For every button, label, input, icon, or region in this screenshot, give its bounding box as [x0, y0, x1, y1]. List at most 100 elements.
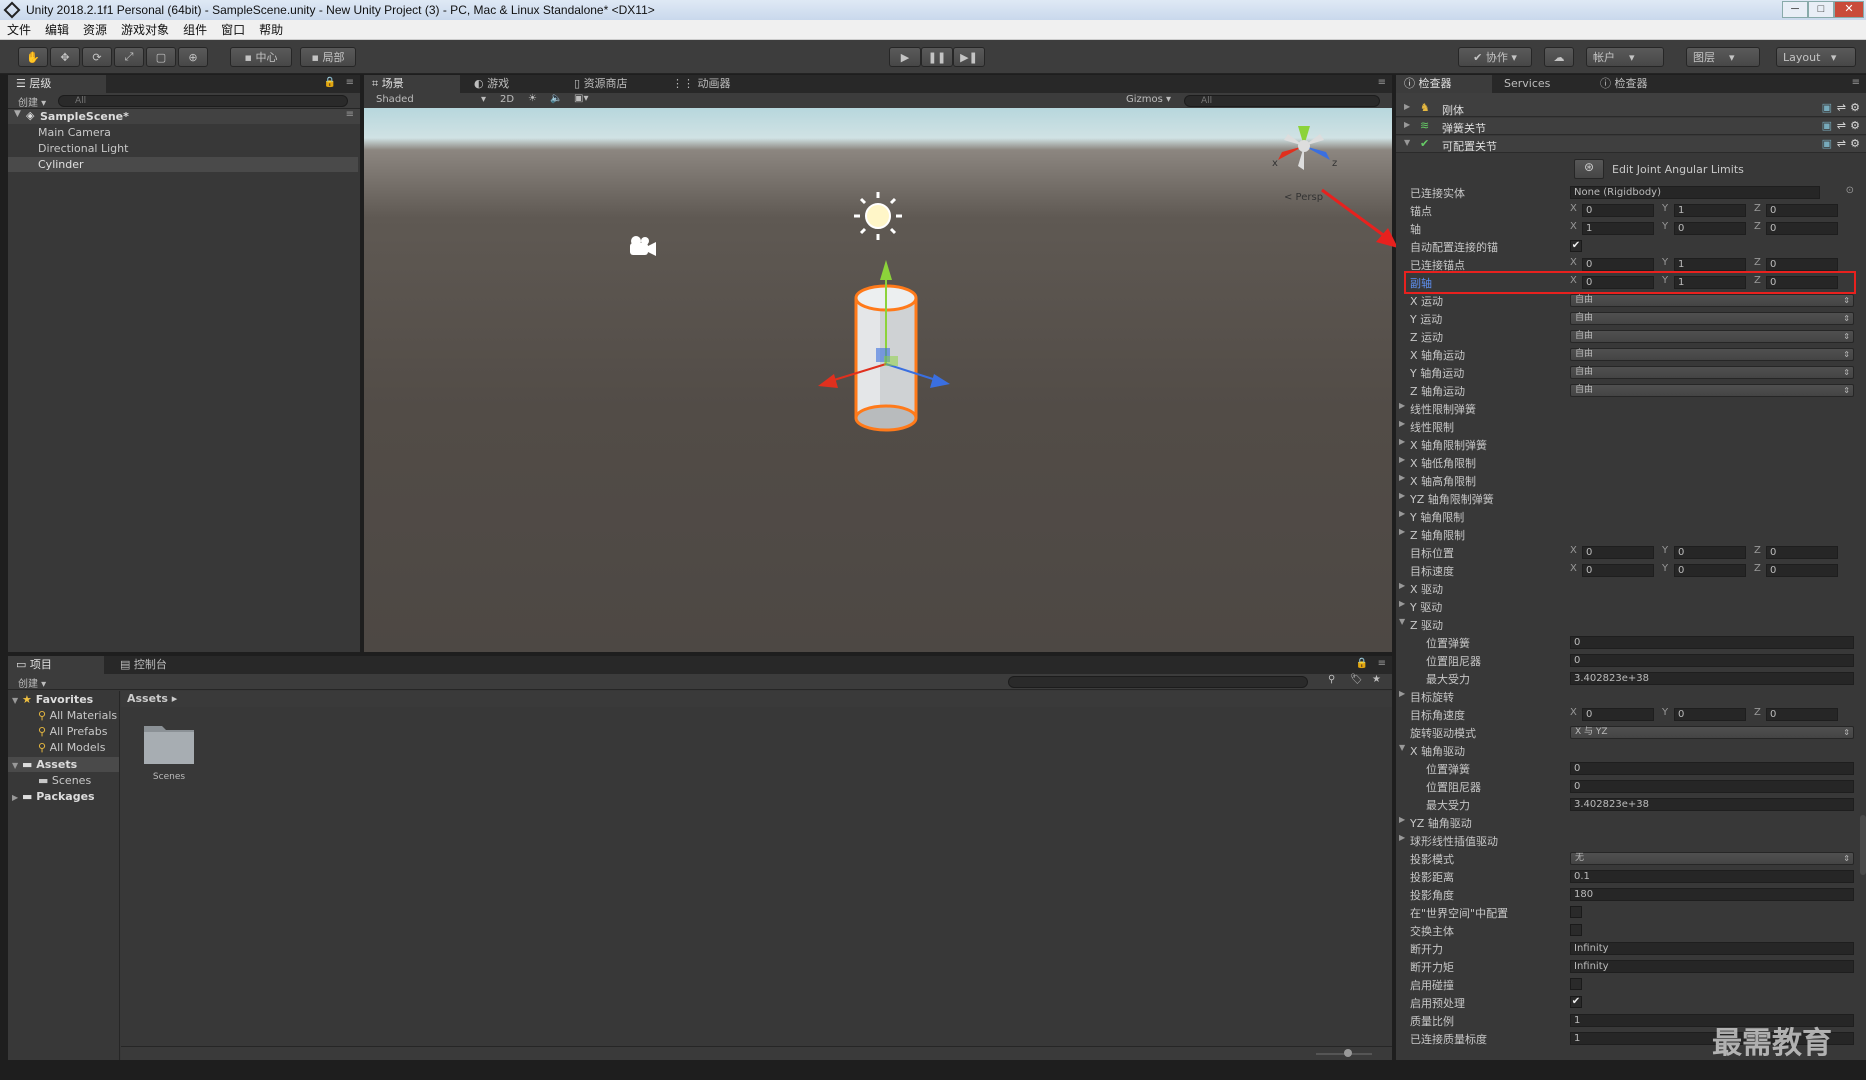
foldout-arrow-icon[interactable]: ▶: [1399, 527, 1405, 536]
foldout-arrow-icon[interactable]: ▼: [1404, 138, 1410, 147]
target-ang-vel-x-field[interactable]: 0: [1582, 708, 1654, 721]
foldout-arrow-icon[interactable]: ▶: [1404, 102, 1410, 111]
projection-angle-field[interactable]: 180: [1570, 888, 1854, 901]
tab-asset-store[interactable]: ▯ 资源商店: [566, 75, 636, 93]
connected-body-field[interactable]: None (Rigidbody): [1570, 186, 1820, 199]
tab-inspector[interactable]: ⓘ 检查器: [1396, 75, 1492, 93]
axis-x-field[interactable]: 1: [1582, 222, 1654, 235]
target-position-z-field[interactable]: 0: [1766, 546, 1838, 559]
rect-tool-icon[interactable]: ▢: [146, 47, 176, 67]
lighting-toggle-icon[interactable]: ☀: [528, 93, 537, 104]
scene-search[interactable]: All: [1184, 95, 1380, 107]
account-dropdown[interactable]: 帐户 ▾: [1586, 47, 1664, 67]
conn-anchor-y-field[interactable]: 1: [1674, 258, 1746, 271]
target-velocity-y-field[interactable]: 0: [1674, 564, 1746, 577]
conn-anchor-x-field[interactable]: 0: [1582, 258, 1654, 271]
rotate-tool-icon[interactable]: ⟳: [82, 47, 112, 67]
x-motion-dropdown[interactable]: 自由: [1570, 294, 1854, 307]
tab-hierarchy[interactable]: ☰ 层级: [8, 75, 106, 93]
lock-icon[interactable]: 🔒: [1356, 658, 1368, 669]
favorite-star-icon[interactable]: ★: [1372, 674, 1381, 685]
enable-collision-checkbox[interactable]: [1570, 978, 1582, 990]
tab-project[interactable]: ▭ 项目: [8, 656, 104, 674]
foldout-row[interactable]: ▶ 球形线性插值驱动: [1399, 833, 1860, 848]
z-drive-damper-field[interactable]: 0: [1570, 654, 1854, 667]
menu-edit[interactable]: 编辑: [38, 21, 76, 38]
filter-by-label-icon[interactable]: 🏷: [1350, 674, 1363, 685]
shading-dropdown[interactable]: Shaded ▾: [376, 94, 486, 105]
anchor-z-field[interactable]: 0: [1766, 204, 1838, 217]
x-ang-drive-damper-field[interactable]: 0: [1570, 780, 1854, 793]
assets-tree-row[interactable]: ▼ ▬ Assets: [8, 757, 119, 772]
help-icon[interactable]: ▣: [1822, 101, 1832, 114]
component-spring-joint-header[interactable]: ▶ ≋ 弹簧关节 ▣ ⇌ ⚙: [1396, 118, 1866, 135]
break-force-field[interactable]: Infinity: [1570, 942, 1854, 955]
hand-tool-icon[interactable]: ✋: [18, 47, 48, 67]
favorites-row[interactable]: ▼ ★ Favorites: [12, 693, 93, 706]
tab-services[interactable]: Services: [1496, 75, 1558, 93]
foldout-label[interactable]: Z 驱动: [1410, 617, 1443, 633]
step-button[interactable]: ▶❚: [953, 47, 985, 67]
foldout-label[interactable]: X 轴高角限制: [1410, 473, 1476, 489]
foldout-row[interactable]: ▶ X 轴角限制弹簧: [1399, 437, 1860, 452]
minimize-button[interactable]: ─: [1782, 1, 1808, 18]
foldout-row[interactable]: ▶ X 轴高角限制: [1399, 473, 1860, 489]
foldout-row[interactable]: ▶ YZ 轴角驱动: [1399, 815, 1860, 830]
preset-icon[interactable]: ⇌: [1837, 137, 1846, 150]
slider-thumb[interactable]: [1344, 1049, 1352, 1057]
menu-component[interactable]: 组件: [176, 21, 214, 38]
collab-dropdown[interactable]: ✔ 协作 ▾: [1458, 47, 1532, 67]
foldout-label[interactable]: Z 轴角限制: [1410, 527, 1465, 543]
hierarchy-item-directional-light[interactable]: Directional Light: [38, 142, 128, 155]
foldout-arrow-icon[interactable]: ▶: [1399, 833, 1405, 842]
scene-viewport[interactable]: x z < Persp: [364, 108, 1392, 652]
pivot-center-button[interactable]: ▪ 中心: [230, 47, 292, 67]
foldout-arrow-icon[interactable]: ▶: [1399, 419, 1405, 428]
angular-z-motion-dropdown[interactable]: 自由: [1570, 384, 1854, 397]
edit-angular-limits-button[interactable]: ⊛: [1574, 159, 1604, 179]
angular-x-motion-dropdown[interactable]: 自由: [1570, 348, 1854, 361]
camera-gizmo-icon[interactable]: [630, 236, 656, 256]
foldout-arrow-icon[interactable]: ▶: [1399, 581, 1405, 590]
foldout-arrow-icon[interactable]: ▶: [1399, 509, 1405, 518]
foldout-label[interactable]: 目标旋转: [1410, 689, 1454, 705]
anchor-x-field[interactable]: 0: [1582, 204, 1654, 217]
foldout-row[interactable]: ▶ Y 驱动: [1399, 599, 1860, 614]
z-motion-dropdown[interactable]: 自由: [1570, 330, 1854, 343]
foldout-row[interactable]: ▶ 线性限制弹簧: [1399, 401, 1860, 416]
z-drive-maxforce-field[interactable]: 3.402823e+38: [1570, 672, 1854, 685]
panel-menu-icon[interactable]: ≡: [1852, 77, 1860, 88]
foldout-arrow-icon[interactable]: ▶: [1399, 437, 1405, 446]
foldout-arrow-icon[interactable]: ▶: [1399, 401, 1405, 410]
foldout-arrow-icon[interactable]: ▶: [1399, 689, 1405, 698]
settings-gear-icon[interactable]: ⚙: [1850, 119, 1860, 132]
enable-preprocessing-checkbox[interactable]: ✔: [1570, 996, 1582, 1008]
panel-menu-icon[interactable]: ≡: [1378, 658, 1386, 669]
target-ang-vel-y-field[interactable]: 0: [1674, 708, 1746, 721]
fav-all-prefabs[interactable]: ⚲ All Prefabs: [38, 725, 108, 738]
foldout-row[interactable]: ▶ X 驱动: [1399, 581, 1860, 596]
angular-y-motion-dropdown[interactable]: 自由: [1570, 366, 1854, 379]
menu-file[interactable]: 文件: [0, 21, 38, 38]
foldout-arrow-icon[interactable]: ▶: [1404, 120, 1410, 129]
tab-game[interactable]: ◐ 游戏: [466, 75, 517, 93]
target-position-x-field[interactable]: 0: [1582, 546, 1654, 559]
orientation-gizmo[interactable]: [1278, 126, 1330, 170]
maximize-button[interactable]: □: [1808, 1, 1834, 18]
menu-assets[interactable]: 资源: [76, 21, 114, 38]
foldout-row[interactable]: ▶ YZ 轴角限制弹簧: [1399, 491, 1860, 506]
move-tool-icon[interactable]: ✥: [50, 47, 80, 67]
help-icon[interactable]: ▣: [1822, 119, 1832, 132]
foldout-row[interactable]: ▶ 线性限制: [1399, 419, 1860, 434]
scenes-tree-row[interactable]: ▬ Scenes: [38, 774, 91, 787]
create-dropdown[interactable]: 创建 ▾: [18, 94, 46, 109]
help-icon[interactable]: ▣: [1822, 137, 1832, 150]
tab-scene[interactable]: ⌗ 场景: [364, 75, 460, 93]
component-configurable-joint-header[interactable]: ▼ ✔ 可配置关节 ▣ ⇌ ⚙: [1396, 136, 1866, 153]
cloud-icon[interactable]: ☁: [1544, 47, 1574, 67]
foldout-label[interactable]: X 轴低角限制: [1410, 455, 1476, 471]
z-drive-spring-field[interactable]: 0: [1570, 636, 1854, 649]
gizmos-dropdown[interactable]: Gizmos ▾: [1126, 94, 1171, 105]
expand-arrow-icon[interactable]: ▼: [14, 109, 21, 119]
transform-tool-icon[interactable]: ⊕: [178, 47, 208, 67]
